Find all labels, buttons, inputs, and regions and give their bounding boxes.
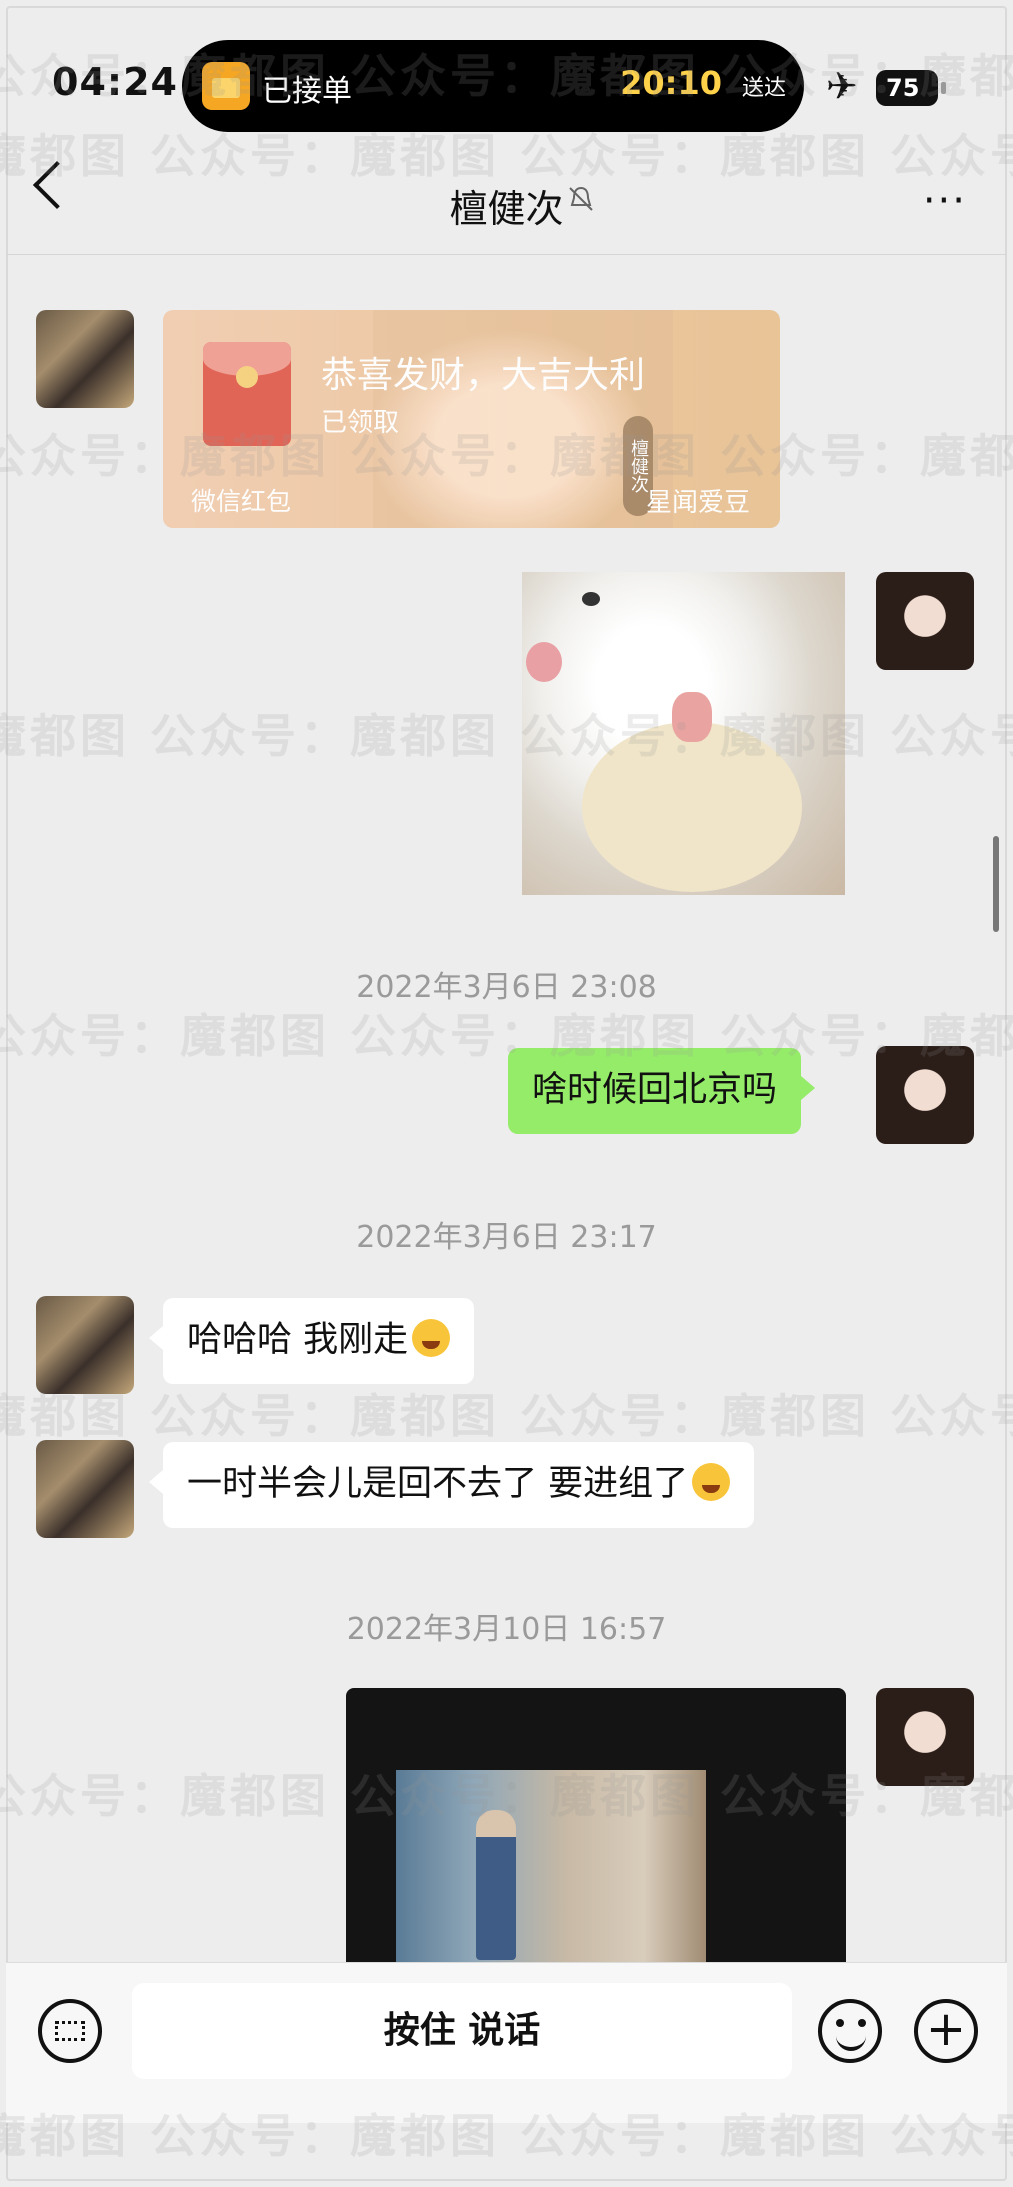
red-packet-source: 微信红包 — [191, 487, 292, 516]
contact-avatar[interactable] — [36, 310, 134, 408]
laughing-tears-emoji-icon — [692, 1463, 731, 1501]
studio-photo-content — [396, 1770, 706, 1966]
scrollbar[interactable] — [993, 836, 999, 932]
island-label: 已接单 — [262, 74, 352, 109]
island-delivery-label: 送达 — [741, 76, 786, 101]
battery-indicator: 75 — [876, 70, 946, 106]
keyboard-toggle-icon[interactable] — [38, 1999, 102, 2063]
emoji-button-icon[interactable] — [818, 1999, 882, 2063]
red-packet-card[interactable]: 恭喜发财，大吉大利 已领取 檀健次 微信红包 星闻爱豆 — [163, 310, 780, 528]
contact-avatar[interactable] — [36, 1440, 134, 1538]
message-bubble-outgoing[interactable]: 啥时候回北京吗 — [508, 1048, 816, 1134]
more-options-icon[interactable]: ··· — [923, 181, 967, 221]
image-message-studio[interactable] — [346, 1688, 846, 1966]
hold-to-talk-button[interactable]: 按住 说话 — [132, 1983, 792, 2079]
delivery-box-icon — [202, 62, 250, 110]
timestamp: 2022年3月6日 23:08 — [356, 970, 657, 1005]
message-bubble-incoming[interactable]: 哈哈哈 我刚走 — [148, 1298, 475, 1384]
laughing-tears-emoji-icon — [412, 1319, 451, 1357]
my-avatar[interactable] — [876, 572, 974, 670]
header-divider — [6, 254, 1007, 255]
message-text: 哈哈哈 我刚走 — [187, 1320, 409, 1360]
red-packet-status: 已领取 — [321, 408, 400, 438]
chat-title: 檀健次 — [449, 187, 564, 231]
image-message-hamster[interactable] — [522, 572, 845, 895]
status-time: 04:24 — [52, 60, 178, 104]
airplane-mode-icon: ✈ — [826, 64, 858, 108]
plus-button-icon[interactable]: + — [914, 1999, 978, 2063]
input-bar: 按住 说话 + — [6, 1962, 1007, 2123]
timestamp: 2022年3月10日 16:57 — [346, 1612, 667, 1647]
red-packet-title: 恭喜发财，大吉大利 — [321, 355, 646, 396]
hamster-paw — [672, 692, 712, 742]
message-text: 一时半会儿是回不去了 要进组了 — [187, 1464, 689, 1504]
red-envelope-icon — [203, 342, 291, 446]
island-delivery-time: 20:10 — [620, 64, 722, 102]
my-avatar[interactable] — [876, 1046, 974, 1144]
contact-avatar[interactable] — [36, 1296, 134, 1394]
message-bubble-incoming[interactable]: 一时半会儿是回不去了 要进组了 — [148, 1442, 755, 1528]
my-avatar[interactable] — [876, 1688, 974, 1786]
hamster-eye — [582, 592, 600, 606]
hamster-body — [582, 722, 802, 892]
person-figure — [476, 1810, 516, 1960]
timestamp: 2022年3月6日 23:17 — [356, 1220, 657, 1255]
red-packet-brand: 星闻爱豆 — [645, 488, 750, 518]
dynamic-island[interactable]: 已接单 20:10 送达 — [182, 40, 804, 132]
hamster-nose — [526, 642, 562, 682]
mute-bell-icon — [569, 186, 593, 211]
